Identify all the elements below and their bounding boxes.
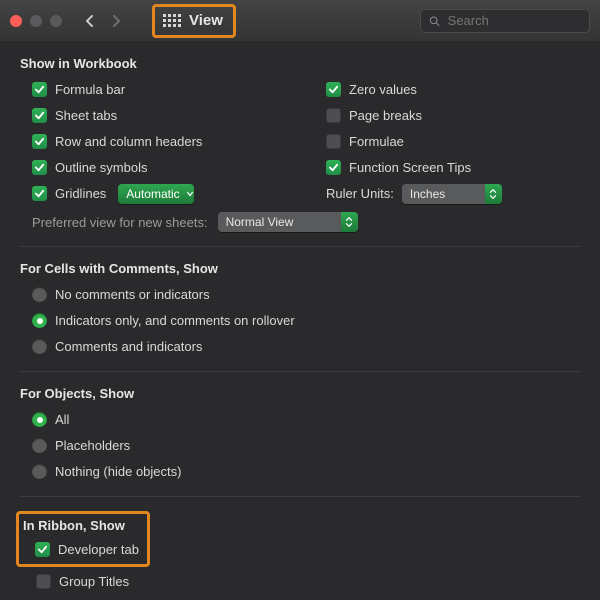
chevron-down-icon: [186, 187, 194, 201]
checkbox-sheet-tabs[interactable]: Sheet tabs: [32, 105, 286, 126]
search-field[interactable]: [420, 9, 590, 33]
check-icon: [326, 82, 341, 97]
minimize-window-button[interactable]: [30, 15, 42, 27]
check-icon: [32, 134, 47, 149]
checkbox-group-titles[interactable]: Group Titles: [36, 571, 580, 592]
preferences-panel: Show in Workbook Formula bar Sheet tabs …: [0, 42, 600, 600]
preferred-view-row: Preferred view for new sheets: Normal Vi…: [32, 212, 580, 232]
radio-all-objects[interactable]: All: [32, 409, 580, 430]
select-value: Normal View: [226, 215, 300, 229]
checkbox-zero-values[interactable]: Zero values: [326, 79, 580, 100]
title-highlight: View: [152, 4, 236, 38]
section-title-objects: For Objects, Show: [20, 386, 580, 401]
titlebar: View: [0, 0, 600, 42]
radio-label: No comments or indicators: [55, 287, 210, 302]
checkbox-label: Page breaks: [349, 108, 422, 123]
ruler-units-select[interactable]: Inches: [402, 184, 502, 204]
radio-label: All: [55, 412, 69, 427]
window-title: View: [189, 12, 223, 29]
checkbox-label: Developer tab: [58, 542, 139, 557]
section-title-comments: For Cells with Comments, Show: [20, 261, 580, 276]
radio-label: Indicators only, and comments on rollove…: [55, 313, 295, 328]
radio-no-comments[interactable]: No comments or indicators: [32, 284, 580, 305]
preferred-view-label: Preferred view for new sheets:: [32, 215, 208, 230]
checkbox-developer-tab[interactable]: Developer tab: [35, 539, 139, 560]
radio-label: Comments and indicators: [55, 339, 202, 354]
radio-icon: [32, 438, 47, 453]
search-icon: [429, 15, 440, 27]
check-icon: [326, 160, 341, 175]
checkbox-label: Outline symbols: [55, 160, 147, 175]
checkbox-label: Row and column headers: [55, 134, 202, 149]
radio-nothing[interactable]: Nothing (hide objects): [32, 461, 580, 482]
nav-buttons: [84, 15, 122, 27]
check-icon: [35, 542, 50, 557]
checkbox-formula-bar[interactable]: Formula bar: [32, 79, 286, 100]
radio-icon: [32, 412, 47, 427]
stepper-arrows-icon: [485, 184, 502, 204]
stepper-arrows-icon: [341, 212, 358, 232]
checkbox-label: Group Titles: [59, 574, 129, 589]
checkbox-label: Gridlines: [55, 186, 106, 201]
maximize-window-button[interactable]: [50, 15, 62, 27]
gridlines-color-select[interactable]: Automatic: [118, 184, 193, 204]
radio-label: Nothing (hide objects): [55, 464, 181, 479]
checkbox-label: Zero values: [349, 82, 417, 97]
show-all-icon[interactable]: [163, 14, 181, 27]
divider: [20, 371, 580, 372]
check-icon: [32, 108, 47, 123]
close-window-button[interactable]: [10, 15, 22, 27]
checkbox-page-breaks[interactable]: Page breaks: [326, 105, 580, 126]
checkbox-label: Formulae: [349, 134, 404, 149]
select-value: Automatic: [126, 187, 185, 201]
checkbox-gridlines[interactable]: Gridlines Automatic: [32, 183, 286, 204]
preferred-view-select[interactable]: Normal View: [218, 212, 358, 232]
ruler-units-row: Ruler Units: Inches: [326, 183, 580, 204]
checkbox-screen-tips[interactable]: Function Screen Tips: [326, 157, 580, 178]
ribbon-highlight: In Ribbon, Show Developer tab: [16, 511, 150, 567]
select-value: Inches: [410, 187, 451, 201]
divider: [20, 246, 580, 247]
ruler-units-label: Ruler Units:: [326, 186, 394, 201]
check-icon: [326, 134, 341, 149]
radio-icon: [32, 313, 47, 328]
radio-label: Placeholders: [55, 438, 130, 453]
section-title-show-in-workbook: Show in Workbook: [20, 56, 580, 71]
radio-comments-and-indicators[interactable]: Comments and indicators: [32, 336, 580, 357]
check-icon: [32, 160, 47, 175]
radio-icon: [32, 287, 47, 302]
section-title-ribbon: In Ribbon, Show: [23, 518, 139, 533]
checkbox-formulae[interactable]: Formulae: [326, 131, 580, 152]
radio-icon: [32, 339, 47, 354]
checkbox-label: Function Screen Tips: [349, 160, 471, 175]
window-controls: [10, 15, 62, 27]
forward-button: [110, 15, 122, 27]
back-button[interactable]: [84, 15, 96, 27]
checkbox-label: Formula bar: [55, 82, 125, 97]
radio-placeholders[interactable]: Placeholders: [32, 435, 580, 456]
check-icon: [36, 574, 51, 589]
radio-icon: [32, 464, 47, 479]
checkbox-label: Sheet tabs: [55, 108, 117, 123]
check-icon: [326, 108, 341, 123]
radio-indicators-only[interactable]: Indicators only, and comments on rollove…: [32, 310, 580, 331]
check-icon: [32, 82, 47, 97]
check-icon: [32, 186, 47, 201]
search-input[interactable]: [446, 12, 581, 29]
checkbox-outline-symbols[interactable]: Outline symbols: [32, 157, 286, 178]
divider: [20, 496, 580, 497]
checkbox-row-col-headers[interactable]: Row and column headers: [32, 131, 286, 152]
